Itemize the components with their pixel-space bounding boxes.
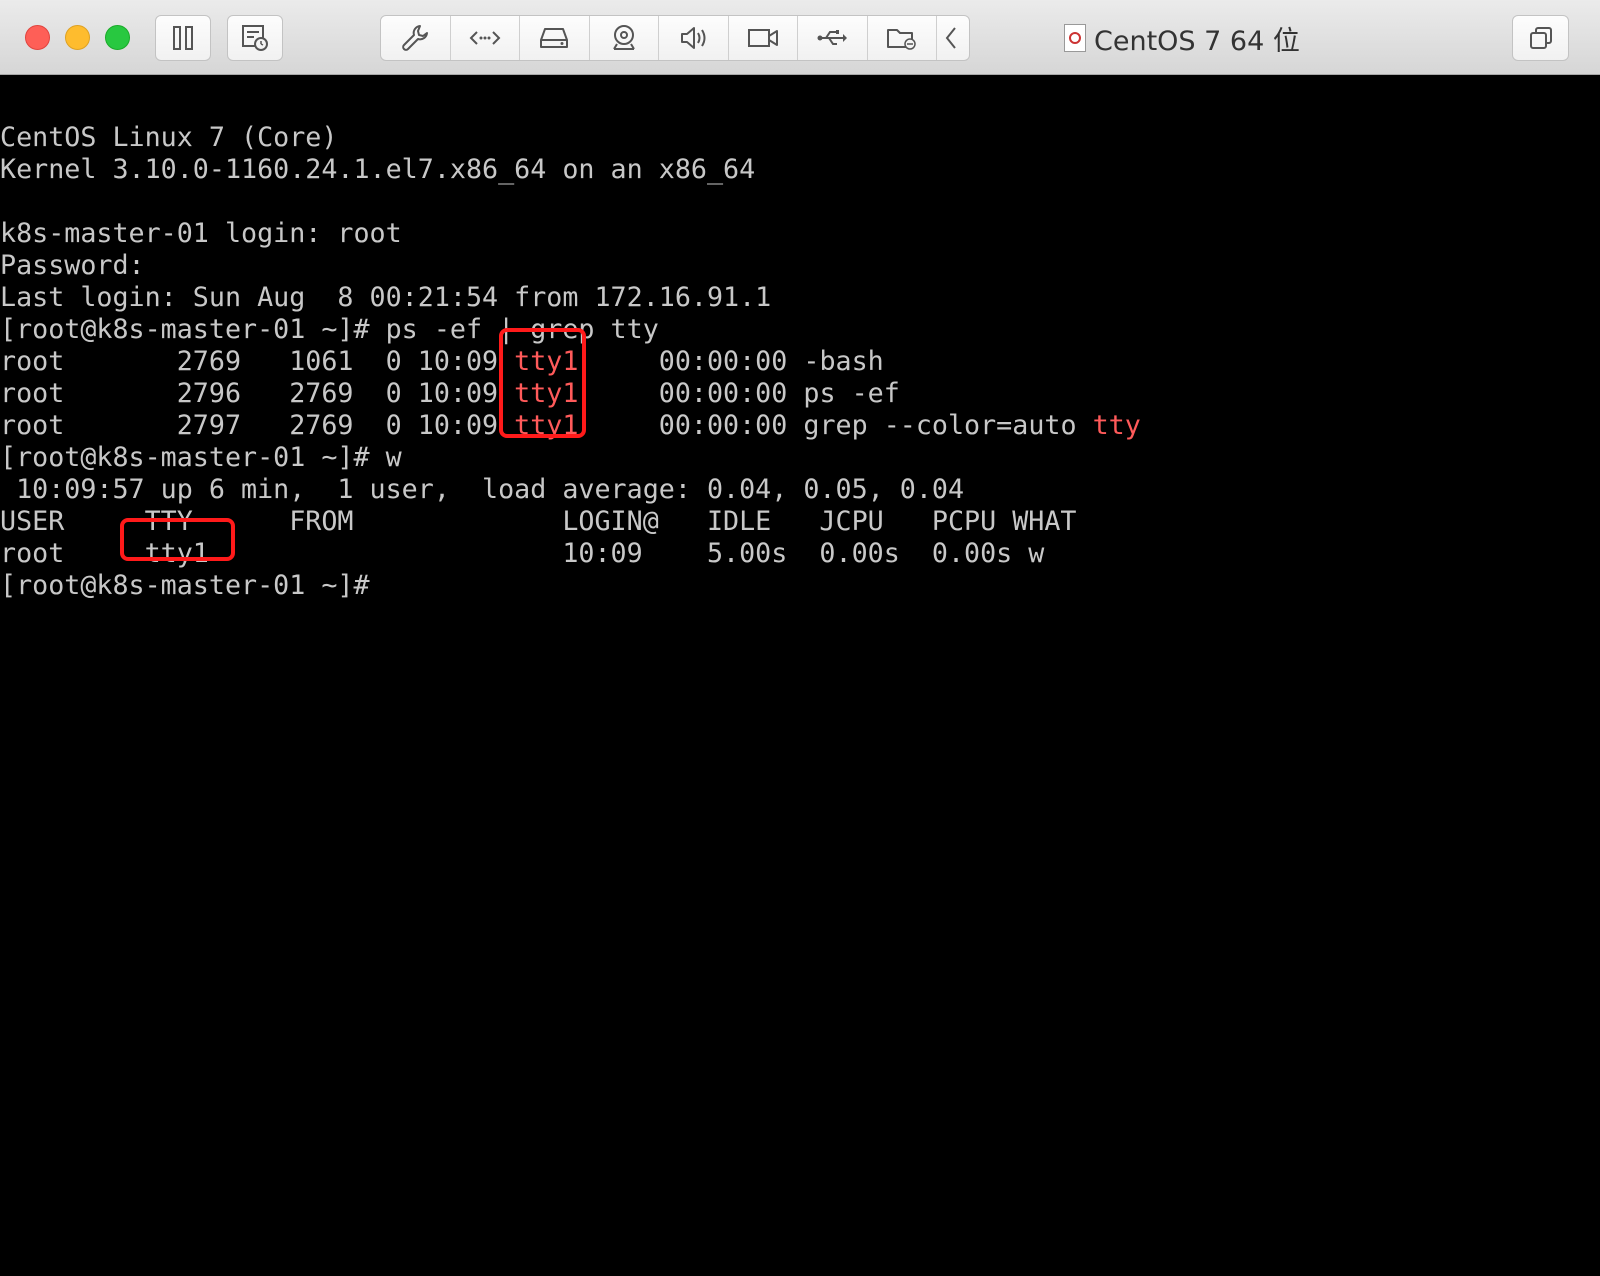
- console-text: 00:00:00 -bash: [578, 346, 884, 377]
- window-title-area: CentOS 7 64 位: [1064, 18, 1300, 58]
- minimize-window-button[interactable]: [65, 25, 90, 50]
- camera-button[interactable]: [590, 16, 659, 60]
- console-line: root 2769 1061 0 10:09 tty1 00:00:00 -ba…: [0, 346, 884, 378]
- hard-disk-button[interactable]: [520, 16, 590, 60]
- shared-folder-button[interactable]: [868, 16, 937, 60]
- console-highlight-text: tty: [1092, 410, 1141, 441]
- video-camera-icon: [747, 29, 778, 47]
- sound-icon: [681, 27, 706, 49]
- console-text: 10:09:57 up 6 min, 1 user, load average:…: [0, 474, 965, 505]
- fullscreen-icon: [1529, 27, 1552, 49]
- pause-button[interactable]: [155, 15, 211, 61]
- camera-icon: [612, 25, 635, 50]
- video-camera-button[interactable]: [729, 16, 798, 60]
- highlight-box-w-tty: [120, 518, 235, 561]
- shared-folder-icon: [886, 29, 916, 50]
- collapse-toolbar-button[interactable]: [937, 16, 964, 60]
- device-toolbar: [380, 15, 970, 61]
- console-text: root 2797 2769 0 10:09: [0, 410, 515, 441]
- sound-button[interactable]: [659, 16, 729, 60]
- console-text: 00:00:00 grep --color=auto: [578, 410, 1093, 441]
- console-line: [root@k8s-master-01 ~]#: [0, 570, 370, 602]
- console-line: root 2796 2769 0 10:09 tty1 00:00:00 ps …: [0, 378, 900, 410]
- console-text: k8s-master-01 login: root: [0, 218, 402, 249]
- window-title: CentOS 7 64 位: [1094, 25, 1300, 57]
- console-text: Last login: Sun Aug 8 00:21:54 from 172.…: [0, 282, 772, 313]
- settings-button[interactable]: [381, 16, 451, 60]
- vm-window: CentOS 7 64 位 CentOS Linux 7 (Core) Kerne…: [0, 0, 1600, 1276]
- vm-document-icon: [1064, 24, 1086, 52]
- console-text: Kernel 3.10.0-1160.24.1.el7.x86_64 on an…: [0, 154, 756, 185]
- pause-icon: [173, 26, 193, 50]
- console-text: root 2796 2769 0 10:09: [0, 378, 515, 409]
- console-text: Password:: [0, 250, 145, 281]
- console-line: CentOS Linux 7 (Core): [0, 122, 337, 154]
- zoom-window-button[interactable]: [105, 25, 130, 50]
- hard-disk-icon: [540, 28, 569, 48]
- collapse-chevron-icon: [945, 27, 956, 49]
- console-text: [root@k8s-master-01 ~]# w: [0, 442, 402, 473]
- vm-console[interactable]: CentOS Linux 7 (Core) Kernel 3.10.0-1160.…: [0, 76, 1600, 1276]
- console-text: CentOS Linux 7 (Core): [0, 122, 338, 153]
- console-line: k8s-master-01 login: root: [0, 218, 402, 250]
- usb-icon: [817, 30, 848, 45]
- snapshot-icon: [242, 25, 268, 51]
- console-line: Kernel 3.10.0-1160.24.1.el7.x86_64 on an…: [0, 154, 755, 186]
- highlight-box-ps-tty: [499, 328, 586, 438]
- network-icon: [469, 31, 501, 45]
- console-line: Last login: Sun Aug 8 00:21:54 from 172.…: [0, 282, 771, 314]
- console-text: [root@k8s-master-01 ~]#: [0, 570, 370, 601]
- usb-button[interactable]: [798, 16, 868, 60]
- snapshot-button[interactable]: [227, 15, 283, 61]
- fullscreen-button[interactable]: [1512, 15, 1569, 61]
- console-line: [root@k8s-master-01 ~]# w: [0, 442, 402, 474]
- title-bar: CentOS 7 64 位: [0, 0, 1600, 75]
- network-button[interactable]: [451, 16, 520, 60]
- console-text: 00:00:00 ps -ef: [578, 378, 900, 409]
- console-line: Password:: [0, 250, 145, 282]
- console-text: root 2769 1061 0 10:09: [0, 346, 515, 377]
- console-line: 10:09:57 up 6 min, 1 user, load average:…: [0, 474, 964, 506]
- close-window-button[interactable]: [25, 25, 50, 50]
- settings-wrench-icon: [402, 25, 429, 51]
